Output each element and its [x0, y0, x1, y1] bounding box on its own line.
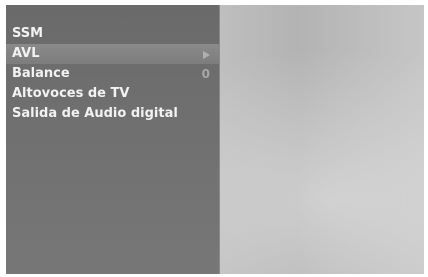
audio-menu-panel: SSM AVL Balance 0 Altovoces de TV Salida… [6, 5, 220, 274]
menu-item-digital-audio-out[interactable]: Salida de Audio digital [6, 104, 219, 124]
menu-item-label: AVL [12, 46, 40, 61]
menu-item-avl[interactable]: AVL [6, 44, 219, 64]
balance-value: 0 [201, 67, 210, 81]
menu-item-label: Balance [12, 66, 70, 81]
menu-item-label: Altovoces de TV [12, 86, 130, 101]
menu-item-ssm[interactable]: SSM [6, 24, 219, 44]
tv-screen: SSM AVL Balance 0 Altovoces de TV Salida… [6, 5, 424, 274]
menu-item-label: SSM [12, 26, 44, 41]
menu-item-label: Salida de Audio digital [12, 106, 178, 121]
submenu-arrow-icon [203, 51, 210, 59]
audio-menu-list: SSM AVL Balance 0 Altovoces de TV Salida… [6, 24, 219, 124]
menu-item-balance[interactable]: Balance 0 [6, 64, 219, 84]
menu-item-tv-speakers[interactable]: Altovoces de TV [6, 84, 219, 104]
